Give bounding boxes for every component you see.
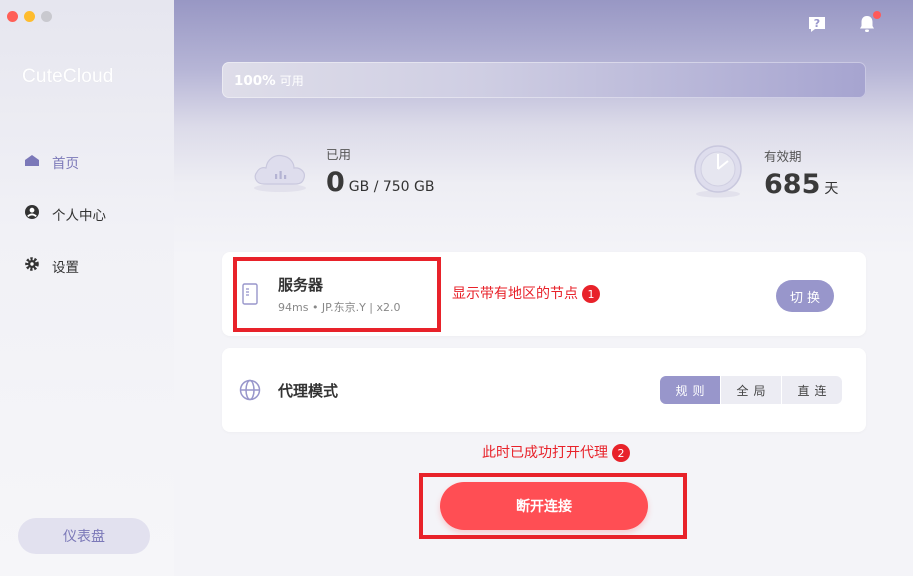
close-window-button[interactable] bbox=[7, 11, 18, 22]
proxy-mode-global[interactable]: 全局 bbox=[720, 376, 781, 404]
usage-bar: 100% 可用 bbox=[222, 62, 866, 98]
sidebar-item-home[interactable]: 首页 bbox=[24, 152, 79, 172]
cloud-icon bbox=[250, 144, 310, 198]
used-value: 0 bbox=[326, 167, 345, 198]
annotation-2-number: 2 bbox=[612, 444, 630, 462]
gear-icon bbox=[24, 256, 40, 276]
app-logo-text: CuteCloud bbox=[22, 66, 114, 87]
usage-bar-fill bbox=[222, 62, 866, 98]
help-icon[interactable]: ? bbox=[805, 12, 829, 36]
zoom-window-button[interactable] bbox=[41, 11, 52, 22]
proxy-mode-title: 代理模式 bbox=[278, 382, 339, 400]
usage-percent: 100% bbox=[234, 73, 276, 89]
proxy-mode-selector: 规则 全局 直连 bbox=[660, 376, 842, 404]
minimize-window-button[interactable] bbox=[24, 11, 35, 22]
annotation-1: 显示带有地区的节点 1 bbox=[452, 283, 600, 303]
used-unit: GB / 750 GB bbox=[348, 179, 435, 195]
sidebar: CuteCloud 首页 个人中心 设置 仪表盘 bbox=[0, 0, 174, 576]
annotation-box-server bbox=[233, 257, 441, 332]
validity-stat: 有效期 685 天 bbox=[692, 144, 838, 202]
used-stat: 已用 0 GB / 750 GB bbox=[250, 144, 435, 198]
bell-icon[interactable] bbox=[855, 11, 881, 36]
annotation-2-text: 此时已成功打开代理 bbox=[482, 445, 608, 461]
annotation-2: 此时已成功打开代理 2 bbox=[482, 442, 630, 462]
main-panel: ? 100% 可用 已用 0 GB / 750 GB 有效期 685 天 服务器… bbox=[174, 0, 913, 576]
annotation-1-number: 1 bbox=[582, 285, 600, 303]
window-controls bbox=[7, 11, 52, 22]
svg-text:?: ? bbox=[814, 17, 820, 30]
usage-bar-text: 100% 可用 bbox=[234, 72, 304, 89]
globe-icon bbox=[239, 379, 261, 405]
home-icon bbox=[24, 152, 40, 172]
user-icon bbox=[24, 204, 40, 224]
validity-unit: 天 bbox=[824, 181, 839, 197]
switch-server-button[interactable]: 切换 bbox=[776, 280, 834, 312]
used-label: 已用 bbox=[326, 147, 352, 162]
proxy-mode-card: 代理模式 规则 全局 直连 bbox=[222, 348, 866, 432]
annotation-1-text: 显示带有地区的节点 bbox=[452, 286, 578, 302]
sidebar-item-profile[interactable]: 个人中心 bbox=[24, 204, 106, 224]
sidebar-item-settings[interactable]: 设置 bbox=[24, 256, 79, 276]
validity-value: 685 bbox=[764, 169, 821, 200]
notification-badge bbox=[873, 11, 881, 19]
usage-label: 可用 bbox=[279, 74, 304, 88]
dashboard-button[interactable]: 仪表盘 bbox=[18, 518, 150, 554]
sidebar-item-label: 设置 bbox=[52, 260, 79, 276]
disconnect-button[interactable]: 断开连接 bbox=[440, 482, 648, 530]
clock-icon bbox=[692, 144, 744, 202]
sidebar-item-label: 首页 bbox=[52, 156, 79, 172]
sidebar-item-label: 个人中心 bbox=[52, 208, 106, 224]
validity-label: 有效期 bbox=[764, 149, 802, 164]
proxy-mode-rule[interactable]: 规则 bbox=[660, 376, 720, 404]
header-icons: ? bbox=[805, 11, 881, 36]
proxy-mode-direct[interactable]: 直连 bbox=[781, 376, 842, 404]
